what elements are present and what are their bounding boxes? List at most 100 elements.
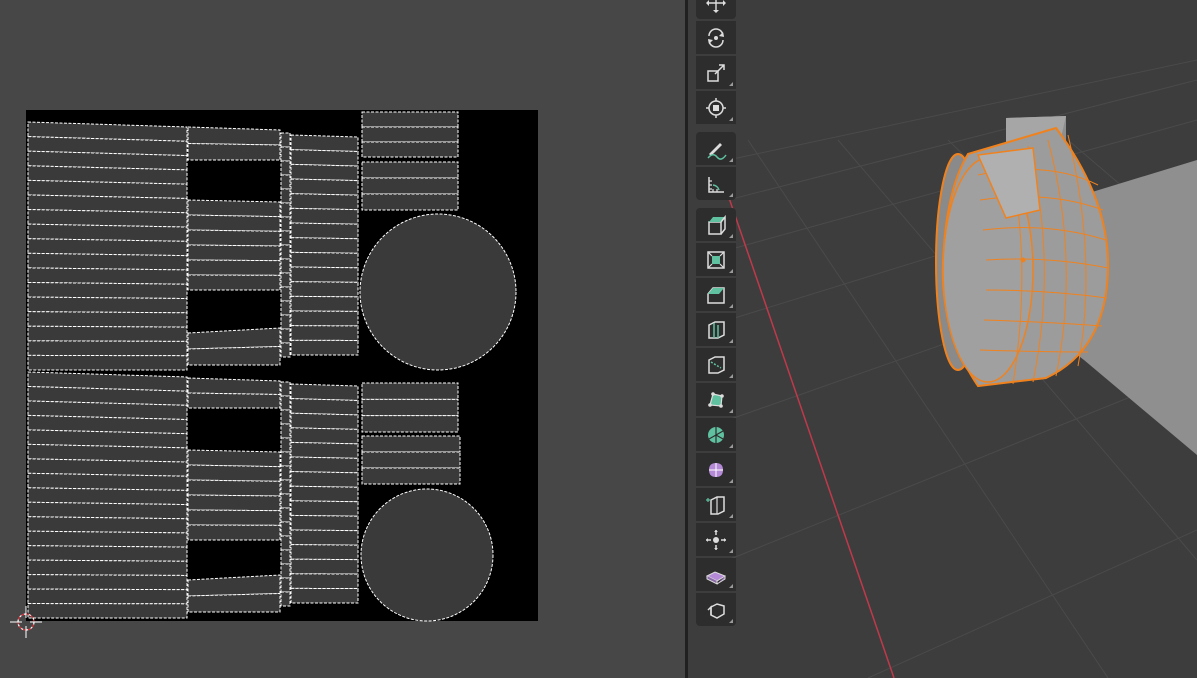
uv-island-strip[interactable] <box>290 398 359 416</box>
tool-rip-region-button[interactable] <box>696 593 736 626</box>
uv-island-strip[interactable] <box>187 142 281 161</box>
uv-island-strip[interactable] <box>280 493 291 509</box>
uv-island-strip[interactable] <box>27 325 188 342</box>
uv-island-strip[interactable] <box>187 229 281 247</box>
uv-island-strip[interactable] <box>280 300 291 316</box>
uv-island-strip[interactable] <box>361 161 459 179</box>
uv-island-strip[interactable] <box>290 544 359 561</box>
uv-island-strip[interactable] <box>27 545 188 562</box>
uv-island-strip[interactable] <box>290 325 359 341</box>
uv-island-strip[interactable] <box>280 342 291 358</box>
uv-island-strip[interactable] <box>280 174 291 190</box>
uv-island-strip[interactable] <box>27 501 188 520</box>
tool-loop-cut-button[interactable] <box>696 313 736 346</box>
uv-island-strip[interactable] <box>290 412 359 430</box>
uv-island-strip[interactable] <box>290 441 359 459</box>
tool-shear-button[interactable] <box>696 558 736 591</box>
uv-island-strip[interactable] <box>187 214 281 232</box>
uv-island-strip[interactable] <box>187 199 281 218</box>
uv-island-strip[interactable] <box>280 202 291 218</box>
wheel-mesh[interactable] <box>935 126 1110 388</box>
uv-island-strip[interactable] <box>187 449 281 468</box>
uv-island-strip[interactable] <box>361 415 459 433</box>
uv-island-strip[interactable] <box>27 487 188 506</box>
uv-island-strip[interactable] <box>361 126 459 143</box>
uv-island-strip[interactable] <box>187 126 281 146</box>
uv-island-strip[interactable] <box>27 281 188 300</box>
tool-transform-button[interactable] <box>696 91 736 124</box>
tool-scale-button[interactable] <box>696 56 736 89</box>
uv-island-strip[interactable] <box>290 427 359 445</box>
uv-island-strip[interactable] <box>27 252 188 271</box>
tool-spin-button[interactable] <box>696 418 736 451</box>
uv-island-strip[interactable] <box>280 216 291 232</box>
tool-smooth-button[interactable] <box>696 453 736 486</box>
uv-island-strip[interactable] <box>187 524 281 541</box>
uv-island-strip[interactable] <box>290 529 359 546</box>
tool-bevel-button[interactable] <box>696 278 736 311</box>
uv-island-strip[interactable] <box>27 238 188 257</box>
uv-island-strip[interactable] <box>280 465 291 481</box>
tool-inset-button[interactable] <box>696 243 736 276</box>
tool-extrude-button[interactable] <box>696 208 736 241</box>
uv-island-strip[interactable] <box>290 193 359 211</box>
uv-island-strip[interactable] <box>27 559 188 576</box>
uv-island-strip[interactable] <box>290 237 359 254</box>
uv-island-strip[interactable] <box>290 149 359 167</box>
uv-island-strip[interactable] <box>290 222 359 240</box>
uv-island-strip[interactable] <box>187 592 281 613</box>
uv-island-strip[interactable] <box>290 134 359 153</box>
uv-island-strip[interactable] <box>187 392 281 409</box>
uv-island-strip[interactable] <box>290 295 359 312</box>
3d-viewport[interactable] <box>688 0 1197 678</box>
uv-island-strip[interactable] <box>27 530 188 548</box>
tool-rotate-button[interactable] <box>696 21 736 54</box>
uv-island-strip[interactable] <box>290 558 359 575</box>
uv-island-strip[interactable] <box>187 509 281 526</box>
uv-island-strip[interactable] <box>187 464 281 482</box>
uv-island-strip[interactable] <box>280 314 291 330</box>
tool-measure-button[interactable] <box>696 167 736 200</box>
uv-island-strip[interactable] <box>187 244 281 262</box>
uv-island-strip[interactable] <box>290 587 359 604</box>
uv-island-strip[interactable] <box>290 471 359 488</box>
uv-island-strip[interactable] <box>280 549 291 565</box>
tool-shrink-fatten-button[interactable] <box>696 523 736 556</box>
uv-island-strip[interactable] <box>27 311 188 328</box>
viewport-canvas[interactable] <box>688 0 1197 678</box>
uv-island-strip[interactable] <box>27 354 188 371</box>
uv-island-strip[interactable] <box>361 451 461 469</box>
uv-island-strip[interactable] <box>280 409 291 425</box>
uv-island-strip[interactable] <box>290 573 359 590</box>
uv-island-strip[interactable] <box>27 574 188 591</box>
tool-poly-build-button[interactable] <box>696 383 736 416</box>
uv-island-strip[interactable] <box>290 207 359 225</box>
tool-edge-slide-button[interactable] <box>696 488 736 521</box>
uv-island-strip[interactable] <box>280 423 291 439</box>
uv-island-strip[interactable] <box>280 244 291 260</box>
uv-island-strip[interactable] <box>290 456 359 474</box>
uv-island-strip[interactable] <box>361 467 461 485</box>
uv-island-strip[interactable] <box>290 500 359 517</box>
uv-island-strip[interactable] <box>290 339 359 356</box>
uv-island-strip[interactable] <box>290 266 359 283</box>
uv-island-strip[interactable] <box>280 521 291 537</box>
uv-island-strip[interactable] <box>290 514 359 532</box>
uv-island-strip[interactable] <box>290 485 359 503</box>
uv-island-strip[interactable] <box>290 281 359 298</box>
uv-island-strip[interactable] <box>361 398 459 417</box>
uv-island-strip[interactable] <box>361 141 459 158</box>
uv-island-strip[interactable] <box>280 451 291 467</box>
uv-island-strip[interactable] <box>27 267 188 285</box>
uv-island-strip[interactable] <box>27 296 188 314</box>
uv-island-strip[interactable] <box>27 588 188 605</box>
uv-island-strip[interactable] <box>280 160 291 176</box>
uv-island-strip[interactable] <box>280 591 291 607</box>
uv-island-strip[interactable] <box>187 479 281 497</box>
uv-island-strip[interactable] <box>290 310 359 327</box>
uv-island-strip[interactable] <box>290 163 359 182</box>
uv-island-strip[interactable] <box>27 516 188 534</box>
uv-island-strip[interactable] <box>290 251 359 269</box>
uv-island-strip[interactable] <box>187 345 281 366</box>
uv-island-strip[interactable] <box>361 193 459 211</box>
